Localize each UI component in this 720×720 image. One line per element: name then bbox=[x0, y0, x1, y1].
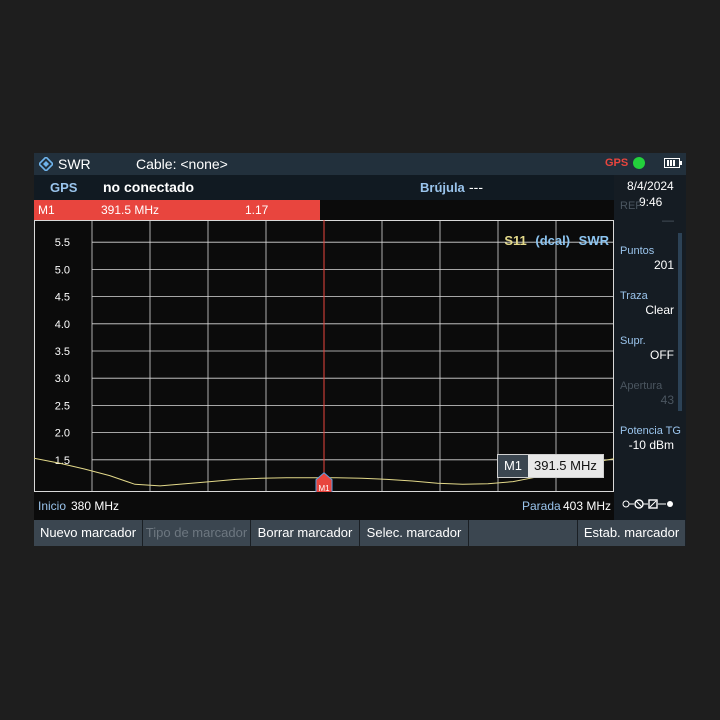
start-freq-value[interactable]: 380 MHz bbox=[71, 499, 119, 513]
analyzer-screen: SWR Cable: <none> GPS GPS no conectado B… bbox=[34, 153, 686, 546]
start-freq-label: Inicio bbox=[38, 499, 67, 513]
date-display: 8/4/2024 bbox=[627, 179, 674, 193]
gps-value: no conectado bbox=[103, 179, 195, 195]
side-panel-value: 43 bbox=[660, 393, 674, 407]
marker-table-row[interactable]: M1 391.5 MHz 1.17 bbox=[34, 200, 320, 220]
swr-plot[interactable]: 1.5 2.0 2.5 3.0 3.5 4.0 4.5 5.0 5.5 M1 S11 (dcal… bbox=[34, 220, 614, 492]
marker-m1-flag-label: M1 bbox=[318, 484, 330, 492]
side-panel-value[interactable]: Clear bbox=[645, 303, 674, 317]
marker-table-freq: 391.5 MHz bbox=[101, 203, 160, 217]
softkey-5[interactable] bbox=[469, 520, 578, 546]
softkey-3[interactable]: Borrar marcador bbox=[251, 520, 360, 546]
cable-label[interactable]: Cable: <none> bbox=[136, 156, 228, 172]
title-bar: SWR Cable: <none> GPS bbox=[34, 153, 686, 175]
time-display: 9:46 bbox=[639, 195, 663, 209]
trace-label-cal: (dcal) bbox=[535, 233, 570, 248]
compass-label: Brújula bbox=[420, 180, 465, 195]
softkey-6[interactable]: Estab. marcador bbox=[578, 520, 686, 546]
side-panel-label: Apertura bbox=[620, 380, 663, 392]
y-tick-label: 3.0 bbox=[55, 373, 70, 385]
connection-status-icon bbox=[622, 499, 673, 509]
y-tick-label: 5.0 bbox=[55, 264, 70, 276]
side-panel-label: REF bbox=[620, 200, 642, 212]
marker-table-empty bbox=[320, 200, 614, 220]
y-axis-ticks: 1.52.02.53.03.54.04.55.05.5 bbox=[55, 237, 70, 467]
y-tick-label: 5.5 bbox=[55, 237, 70, 249]
side-panel-label: Potencia TG bbox=[620, 425, 681, 437]
marker-readout[interactable]: M1 391.5 MHz bbox=[497, 454, 604, 478]
side-panel: 8/4/2024 9:46 REF — Puntos 201 Traza Clear Sup… bbox=[614, 175, 686, 520]
marker-readout-name: M1 bbox=[498, 455, 528, 477]
softkey-2: Tipo de marcador bbox=[143, 520, 251, 546]
side-panel-label: Traza bbox=[620, 290, 648, 302]
marker-readout-value: 391.5 MHz bbox=[528, 455, 603, 477]
side-panel-label: Puntos bbox=[620, 245, 655, 257]
gps-label: GPS bbox=[50, 180, 78, 195]
brand-diamond-icon bbox=[39, 157, 53, 171]
marker-table-value: 1.17 bbox=[245, 203, 269, 217]
stop-freq-label: Parada bbox=[522, 499, 561, 513]
swr-plot-svg: 1.52.02.53.03.54.04.55.05.5 M1 S11 (dcal… bbox=[34, 220, 614, 492]
marker-table-name: M1 bbox=[38, 203, 55, 217]
y-tick-label: 4.0 bbox=[55, 319, 70, 331]
side-panel-value[interactable]: OFF bbox=[650, 348, 674, 362]
frequency-bar: Inicio 380 MHz Parada 403 MHz bbox=[34, 492, 614, 520]
battery-icon bbox=[664, 158, 682, 168]
side-panel-scrollbar[interactable] bbox=[678, 233, 682, 411]
side-panel-value: — bbox=[662, 213, 674, 227]
y-tick-label: 3.5 bbox=[55, 346, 70, 358]
trace-label-param: S11 bbox=[504, 233, 526, 248]
gps-status-indicator bbox=[633, 157, 645, 169]
side-panel-label: Supr. bbox=[620, 335, 646, 347]
mode-title: SWR bbox=[58, 156, 91, 172]
side-panel-value[interactable]: -10 dBm bbox=[629, 438, 674, 452]
side-panel-value[interactable]: 201 bbox=[654, 258, 674, 272]
gps-status-label: GPS bbox=[605, 157, 629, 169]
softkey-4[interactable]: Selec. marcador bbox=[360, 520, 469, 546]
trace-label: S11 (dcal) SWR bbox=[504, 233, 609, 248]
softkey-bar: Nuevo marcador Tipo de marcador Borrar mar… bbox=[34, 520, 686, 546]
y-tick-label: 2.5 bbox=[55, 400, 70, 412]
gps-bar: GPS no conectado Brújula --- bbox=[34, 175, 614, 200]
stop-freq-value[interactable]: 403 MHz bbox=[563, 499, 611, 513]
compass-value: --- bbox=[469, 179, 483, 195]
y-tick-label: 4.5 bbox=[55, 292, 70, 304]
y-tick-label: 2.0 bbox=[55, 428, 70, 440]
marker-m1-flag[interactable]: M1 bbox=[315, 472, 333, 492]
trace-label-format: SWR bbox=[579, 233, 610, 248]
softkey-1[interactable]: Nuevo marcador bbox=[34, 520, 143, 546]
